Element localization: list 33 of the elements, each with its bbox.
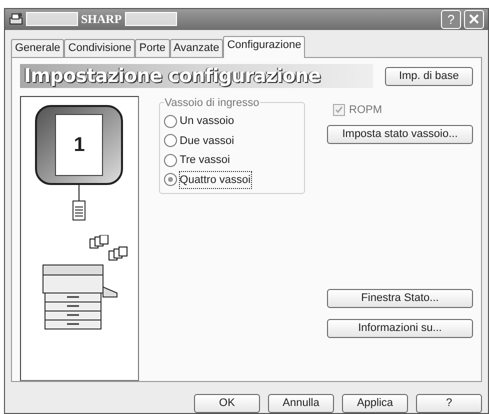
section-title: Impostazione configurazione xyxy=(24,64,321,89)
radio-label: Quattro vassoi xyxy=(180,172,251,188)
close-icon xyxy=(468,13,480,26)
radio-button[interactable] xyxy=(164,134,177,148)
printer-icon xyxy=(9,12,23,26)
tray-number: 1 xyxy=(74,133,85,158)
dialog-button[interactable]: Informazioni su... xyxy=(327,318,473,338)
basic-settings-button[interactable]: Imp. di base xyxy=(384,66,473,86)
radio-label: Due vassoi xyxy=(180,134,234,148)
radio-button[interactable] xyxy=(164,154,177,167)
tray-status-button[interactable]: Imposta stato vassoio... xyxy=(327,124,473,144)
copy-stack-icon xyxy=(89,235,130,261)
tab[interactable]: Porte xyxy=(135,39,170,57)
radio-button[interactable] xyxy=(164,114,177,128)
close-button[interactable] xyxy=(464,10,484,29)
radio-button[interactable] xyxy=(164,173,177,186)
radio-label: Un vassoio xyxy=(180,114,234,129)
dialog-button[interactable]: OK xyxy=(194,394,260,413)
dialog-button[interactable]: Finestra Stato... xyxy=(327,288,473,308)
dialog-button[interactable]: Applica xyxy=(342,394,408,413)
check-icon xyxy=(335,106,343,114)
tab[interactable]: Configurazione xyxy=(223,36,306,58)
group-title: Vassoio di ingresso xyxy=(164,95,260,112)
checkbox-label: ROPM xyxy=(349,103,382,118)
help-button[interactable]: ? xyxy=(416,394,482,413)
blank-field xyxy=(26,12,78,26)
window-title: SHARP xyxy=(81,11,122,28)
tab[interactable]: Condivisione xyxy=(64,39,136,57)
radio-label: Tre vassoi xyxy=(180,153,230,168)
tab[interactable]: Generale xyxy=(11,39,64,57)
tab[interactable]: Avanzate xyxy=(170,39,224,57)
blank-field xyxy=(124,12,177,26)
dialog-button[interactable]: Annulla xyxy=(268,394,334,413)
